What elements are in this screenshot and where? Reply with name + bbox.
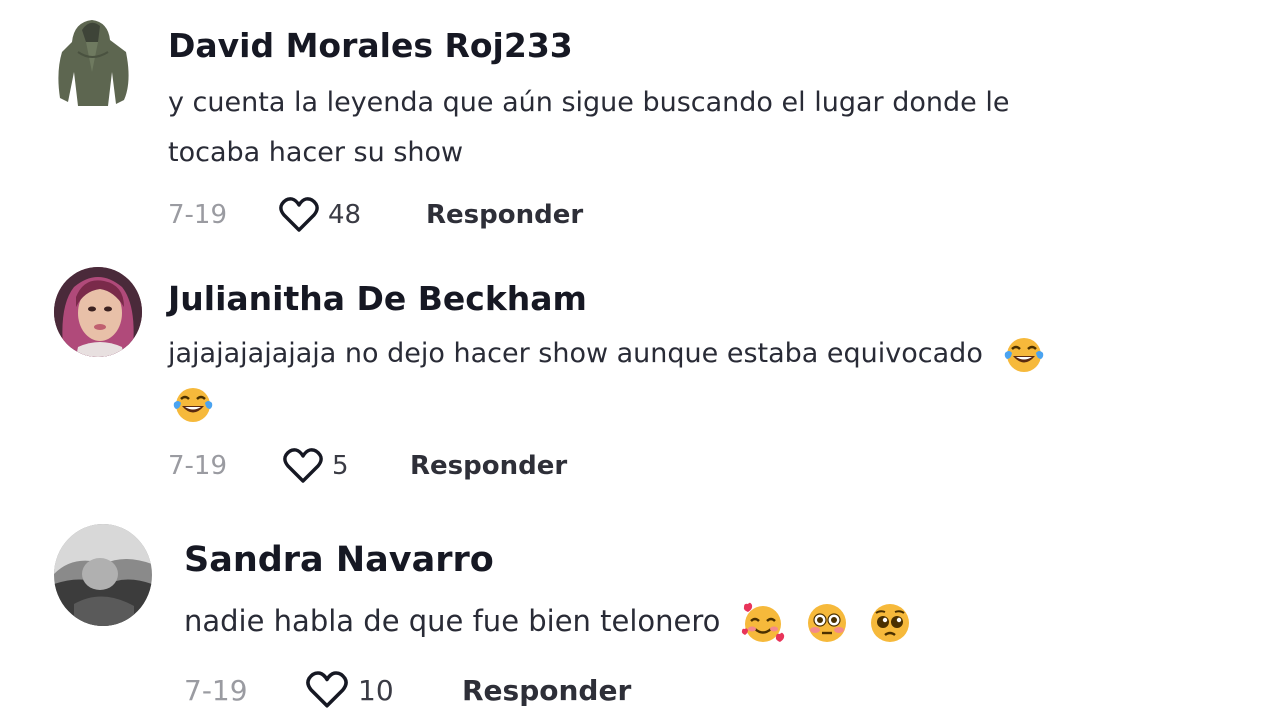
like-button[interactable]: 10 [304,670,462,710]
comment-item: Sandra Navarro nadie habla de que fue bi… [0,490,1280,720]
comment-text-line-2 [172,379,214,429]
flushed-face-icon [805,601,849,645]
comment-username[interactable]: David Morales Roj233 [168,26,573,65]
avatar[interactable] [54,267,142,357]
comment-meta: 7-19 10 Responder [184,670,631,710]
like-count: 5 [332,451,349,481]
comment-date: 7-19 [168,200,228,230]
like-button[interactable]: 48 [278,196,426,234]
comment-text: jajajajajajaja no dejo hacer show aunque… [168,338,983,369]
smiling-face-with-hearts-icon [740,601,786,645]
like-button[interactable]: 5 [282,447,410,485]
comment-text: nadie habla de que fue bien telonero [184,604,721,638]
comment-meta: 7-19 48 Responder [168,196,583,234]
heart-icon [278,196,320,234]
heart-icon [282,447,324,485]
reply-button[interactable]: Responder [462,674,631,707]
like-count: 10 [358,673,394,707]
comment-text-line-1: nadie habla de que fue bien telonero [184,596,912,646]
comment-item: David Morales Roj233 y cuenta la leyenda… [0,0,1280,255]
reply-button[interactable]: Responder [426,200,583,230]
comment-meta: 7-19 5 Responder [168,447,567,485]
comment-text-line-1: y cuenta la leyenda que aún sigue buscan… [168,87,1010,118]
comment-text-line-1: jajajajajajaja no dejo hacer show aunque… [168,329,1045,379]
like-count: 48 [328,200,362,230]
pleading-face-icon [868,601,912,645]
comment-username[interactable]: Julianitha De Beckham [168,279,587,318]
comment-username[interactable]: Sandra Navarro [184,540,494,580]
avatar[interactable] [54,524,152,626]
comment-date: 7-19 [184,673,248,707]
reply-button[interactable]: Responder [410,451,567,481]
avatar[interactable] [52,12,134,108]
heart-icon [304,670,350,710]
comment-date: 7-19 [168,451,228,481]
comment-item: Julianitha De Beckham jajajajajajaja no … [0,255,1280,490]
tears-of-joy-icon [172,385,214,425]
tears-of-joy-icon [1003,335,1045,375]
comment-text-line-2: tocaba hacer su show [168,137,464,168]
